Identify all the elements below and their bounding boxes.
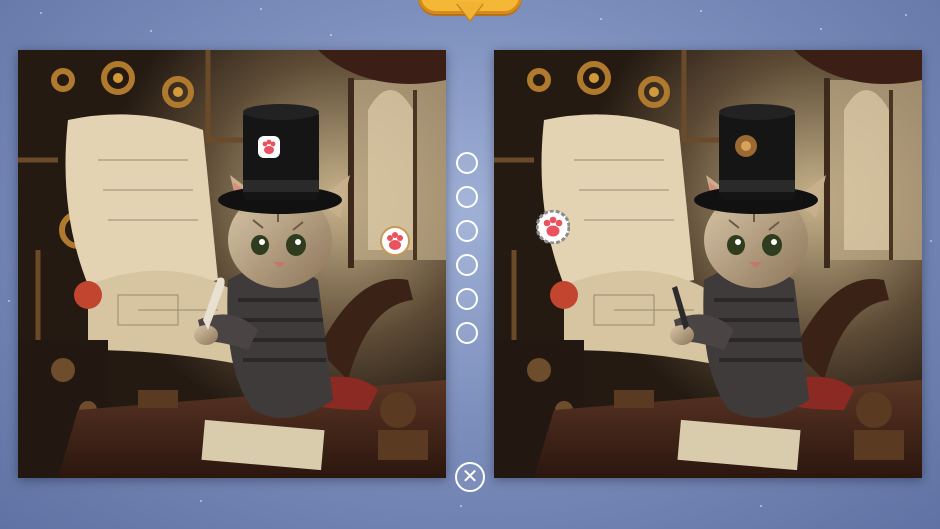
paw-icon [258, 136, 280, 158]
image-panel-left[interactable] [18, 50, 446, 478]
difference-marker [456, 186, 478, 208]
image-panel-right[interactable] [494, 50, 922, 478]
level-banner [418, 0, 522, 34]
difference-marker [456, 288, 478, 310]
difference-marker [456, 220, 478, 242]
paw-icon [536, 210, 570, 244]
close-icon: ✕ [461, 466, 479, 488]
difference-marker [456, 322, 478, 344]
banner-tip [456, 2, 484, 20]
close-button[interactable]: ✕ [455, 462, 485, 492]
difference-marker [456, 254, 478, 276]
steampunk-cat-scene-right [494, 50, 922, 478]
difference-marker [456, 152, 478, 174]
paw-icon [380, 226, 410, 256]
steampunk-cat-scene-left [18, 50, 446, 478]
difference-progress [456, 152, 484, 344]
